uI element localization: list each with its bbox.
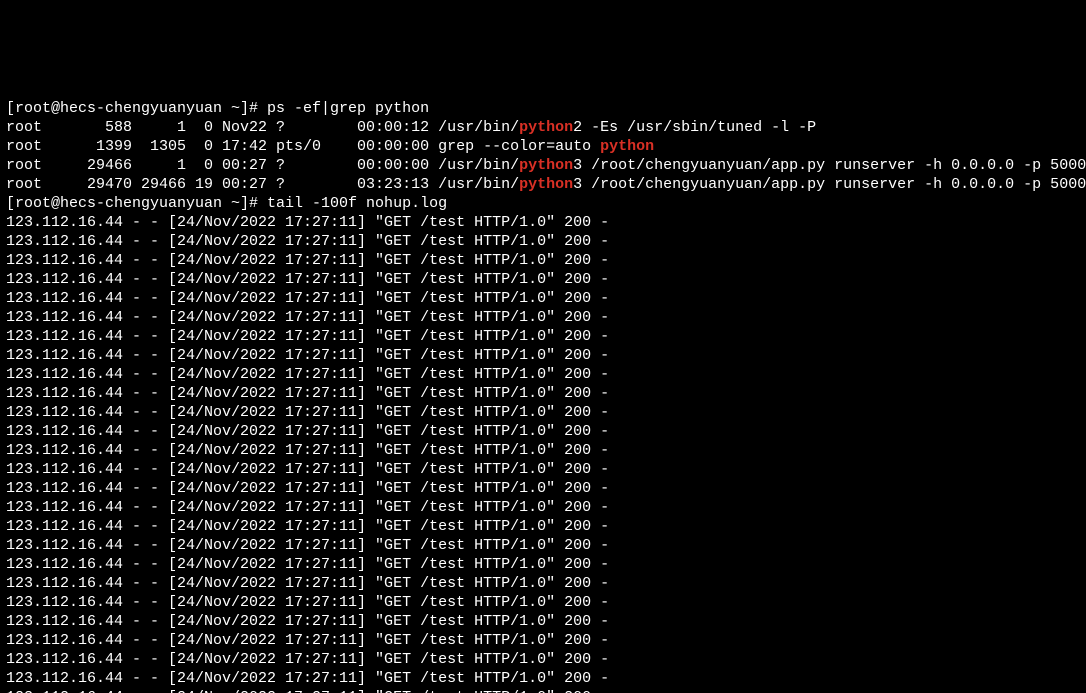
log-line: 123.112.16.44 - - [24/Nov/2022 17:27:11]…	[6, 574, 1080, 593]
log-line: 123.112.16.44 - - [24/Nov/2022 17:27:11]…	[6, 498, 1080, 517]
log-line: 123.112.16.44 - - [24/Nov/2022 17:27:11]…	[6, 460, 1080, 479]
log-line: 123.112.16.44 - - [24/Nov/2022 17:27:11]…	[6, 650, 1080, 669]
log-line: 123.112.16.44 - - [24/Nov/2022 17:27:11]…	[6, 384, 1080, 403]
log-line: 123.112.16.44 - - [24/Nov/2022 17:27:11]…	[6, 232, 1080, 251]
ps-row: root 29470 29466 19 00:27 ? 03:23:13 /us…	[6, 175, 1080, 194]
log-line: 123.112.16.44 - - [24/Nov/2022 17:27:11]…	[6, 251, 1080, 270]
log-line: 123.112.16.44 - - [24/Nov/2022 17:27:11]…	[6, 536, 1080, 555]
log-line: 123.112.16.44 - - [24/Nov/2022 17:27:11]…	[6, 555, 1080, 574]
log-line: 123.112.16.44 - - [24/Nov/2022 17:27:11]…	[6, 422, 1080, 441]
log-line: 123.112.16.44 - - [24/Nov/2022 17:27:11]…	[6, 213, 1080, 232]
grep-highlight: python	[519, 176, 573, 193]
prompt-line: [root@hecs-chengyuanyuan ~]# tail -100f …	[6, 194, 1080, 213]
log-line: 123.112.16.44 - - [24/Nov/2022 17:27:11]…	[6, 479, 1080, 498]
log-line: 123.112.16.44 - - [24/Nov/2022 17:27:11]…	[6, 327, 1080, 346]
grep-highlight: python	[600, 138, 654, 155]
log-line: 123.112.16.44 - - [24/Nov/2022 17:27:11]…	[6, 270, 1080, 289]
log-line: 123.112.16.44 - - [24/Nov/2022 17:27:11]…	[6, 517, 1080, 536]
grep-highlight: python	[519, 157, 573, 174]
log-line: 123.112.16.44 - - [24/Nov/2022 17:27:11]…	[6, 441, 1080, 460]
log-line: 123.112.16.44 - - [24/Nov/2022 17:27:11]…	[6, 631, 1080, 650]
log-line: 123.112.16.44 - - [24/Nov/2022 17:27:11]…	[6, 688, 1080, 693]
log-line: 123.112.16.44 - - [24/Nov/2022 17:27:11]…	[6, 346, 1080, 365]
terminal-output[interactable]: [root@hecs-chengyuanyuan ~]# ps -ef|grep…	[0, 95, 1086, 693]
log-line: 123.112.16.44 - - [24/Nov/2022 17:27:11]…	[6, 308, 1080, 327]
ps-row: root 1399 1305 0 17:42 pts/0 00:00:00 gr…	[6, 137, 1080, 156]
log-line: 123.112.16.44 - - [24/Nov/2022 17:27:11]…	[6, 612, 1080, 631]
log-line: 123.112.16.44 - - [24/Nov/2022 17:27:11]…	[6, 593, 1080, 612]
prompt-line: [root@hecs-chengyuanyuan ~]# ps -ef|grep…	[6, 99, 1080, 118]
grep-highlight: python	[519, 119, 573, 136]
ps-row: root 588 1 0 Nov22 ? 00:00:12 /usr/bin/p…	[6, 118, 1080, 137]
log-line: 123.112.16.44 - - [24/Nov/2022 17:27:11]…	[6, 365, 1080, 384]
log-line: 123.112.16.44 - - [24/Nov/2022 17:27:11]…	[6, 669, 1080, 688]
ps-row: root 29466 1 0 00:27 ? 00:00:00 /usr/bin…	[6, 156, 1080, 175]
log-line: 123.112.16.44 - - [24/Nov/2022 17:27:11]…	[6, 403, 1080, 422]
log-line: 123.112.16.44 - - [24/Nov/2022 17:27:11]…	[6, 289, 1080, 308]
